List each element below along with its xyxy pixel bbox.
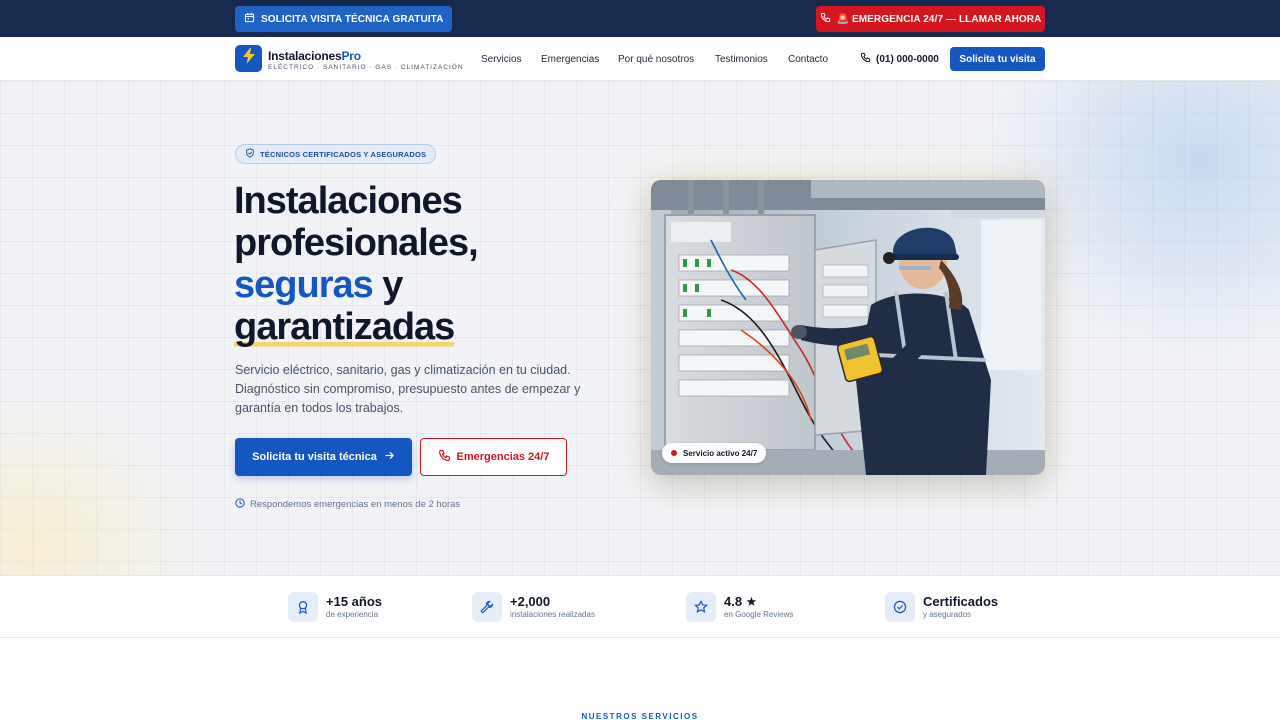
hero-title-line-2: profesionales, <box>234 222 479 264</box>
emergency-button-label: Emergencias 24/7 <box>456 451 550 463</box>
wrench-icon <box>472 592 502 622</box>
hero-title-conjunction: y <box>372 264 403 306</box>
stat-reviews-value: 4.8 ★ <box>724 593 758 609</box>
hero-title-line-4: garantizadas <box>234 306 478 348</box>
award-icon <box>288 592 318 622</box>
nav-link-contacto[interactable]: Contacto <box>788 54 828 65</box>
certified-badge-label: TÉCNICOS CERTIFICADOS Y ASEGURADOS <box>260 149 427 159</box>
stats-strip: +15 años de experiencia +2,000 instalaci… <box>0 575 1280 638</box>
calendar-icon <box>244 12 255 26</box>
nav-phone-number: (01) 000-0000 <box>876 53 939 65</box>
stat-installations-label: instalaciones realizadas <box>510 609 595 619</box>
certified-badge: TÉCNICOS CERTIFICADOS Y ASEGURADOS <box>235 144 437 164</box>
service-active-label: Servicio activo 24/7 <box>683 448 758 458</box>
hero-title-line-3: seguras y <box>234 264 478 306</box>
hero-lead-text: Servicio eléctrico, sanitario, gas y cli… <box>235 363 581 415</box>
stat-installations: +2,000 instalaciones realizadas <box>472 592 595 622</box>
shield-check-icon <box>245 148 255 160</box>
clock-icon <box>235 498 245 511</box>
stat-certified: Certificados y asegurados <box>885 592 998 622</box>
stat-experience-label: de experiencia <box>326 609 379 619</box>
star-icon <box>686 592 716 622</box>
lightning-bolt-icon <box>242 48 256 69</box>
arrow-right-icon <box>384 450 395 464</box>
emergency-call-top-label: 🚨 EMERGENCIA 24/7 — LLAMAR AHORA <box>836 13 1042 25</box>
request-visit-button[interactable]: Solicita tu visita técnica <box>235 438 412 476</box>
phone-icon <box>438 449 451 465</box>
nav-phone-link[interactable]: (01) 000-0000 <box>860 52 939 66</box>
brand-name-accent: Pro <box>341 49 361 63</box>
stat-installations-value: +2,000 <box>510 593 551 609</box>
brand-tagline: ELÉCTRICO · SANITARIO · GAS · CLIMATIZAC… <box>268 64 464 71</box>
technician-photo <box>651 180 1045 475</box>
free-visit-top-label: SOLICITA VISITA TÉCNICA GRATUITA <box>261 13 444 25</box>
hero-section: TÉCNICOS CERTIFICADOS Y ASEGURADOS Insta… <box>0 81 1280 575</box>
top-bar: SOLICITA VISITA TÉCNICA GRATUITA 🚨 EMERG… <box>0 0 1280 37</box>
nav-link-emergencias[interactable]: Emergencias <box>541 54 599 65</box>
brand-logo[interactable] <box>235 45 262 72</box>
phone-icon <box>860 52 871 66</box>
hero-title-highlight: seguras <box>234 264 374 306</box>
stat-certified-label: y asegurados <box>923 609 972 619</box>
phone-icon <box>820 12 831 26</box>
nav-request-visit-button[interactable]: Solicita tu visita <box>950 47 1045 71</box>
stat-reviews-label: en Google Reviews <box>724 609 794 619</box>
hero-title-line-1: Instalaciones <box>234 180 463 222</box>
stat-reviews: 4.8 ★ en Google Reviews <box>686 592 793 622</box>
request-visit-label: Solicita tu visita técnica <box>252 451 377 463</box>
free-visit-top-button[interactable]: SOLICITA VISITA TÉCNICA GRATUITA <box>235 6 453 32</box>
main-navbar: InstalacionesPro ELÉCTRICO · SANITARIO ·… <box>0 37 1280 81</box>
emergency-call-top-button[interactable]: 🚨 EMERGENCIA 24/7 — LLAMAR AHORA <box>816 6 1045 32</box>
services-section-kicker: NUESTROS SERVICIOS <box>581 712 699 720</box>
response-time-label: Respondemos emergencias en menos de 2 ho… <box>250 499 461 510</box>
hero-title-underlined: garantizadas <box>234 306 455 348</box>
check-circle-icon <box>885 592 915 622</box>
nav-link-testimonios[interactable]: Testimonios <box>715 54 768 65</box>
nav-link-por-que-nosotros[interactable]: Por qué nosotros <box>618 54 694 65</box>
live-status-dot <box>671 450 677 456</box>
emergency-button[interactable]: Emergencias 24/7 <box>420 438 567 476</box>
stat-certified-value: Certificados <box>923 593 999 609</box>
hero-title: Instalaciones profesionales, seguras y g… <box>234 180 479 348</box>
brand-name-main: Instalaciones <box>268 49 342 63</box>
stat-experience-value: +15 años <box>326 593 383 609</box>
response-time-note: Respondemos emergencias en menos de 2 ho… <box>235 498 460 511</box>
brand-name[interactable]: InstalacionesPro <box>268 49 361 63</box>
nav-link-servicios[interactable]: Servicios <box>481 54 522 65</box>
service-active-badge: Servicio activo 24/7 <box>662 443 767 463</box>
stat-experience: +15 años de experiencia <box>288 592 382 622</box>
